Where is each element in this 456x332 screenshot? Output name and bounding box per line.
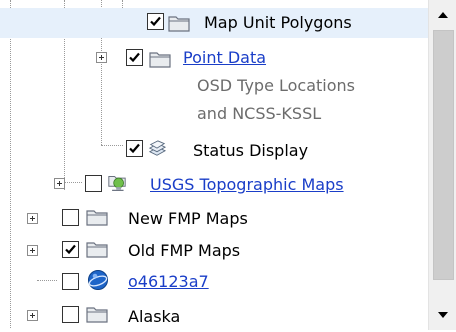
usgs-topographic-maps-expander[interactable]	[54, 178, 65, 189]
tree-item-new-fmp-maps[interactable]: New FMP Maps	[0, 203, 428, 233]
alaska-expander[interactable]	[27, 310, 38, 321]
tree-item-usgs-topographic-maps[interactable]: USGS Topographic Maps	[0, 170, 428, 200]
o46123a7-link[interactable]: o46123a7	[128, 272, 209, 292]
alaska-label: Alaska	[128, 307, 181, 326]
point-data-description-line-2: and NCSS-KSSL	[197, 104, 322, 123]
folder-icon	[86, 307, 108, 323]
layers-icon	[148, 140, 167, 156]
map-unit-polygons-label: Map Unit Polygons	[204, 13, 352, 32]
alaska-checkbox[interactable]	[62, 306, 79, 323]
tree-item-old-fmp-maps[interactable]: Old FMP Maps	[0, 235, 428, 265]
tree-item-point-data[interactable]: Point Data	[0, 43, 428, 73]
new-fmp-maps-label: New FMP Maps	[128, 209, 248, 228]
scroll-up-button[interactable]	[430, 2, 456, 28]
layer-tree: Map Unit Polygons Point Data OSD Type Lo…	[0, 0, 428, 330]
arrow-down-icon	[438, 312, 448, 318]
tree-item-map-unit-polygons[interactable]: Map Unit Polygons	[0, 8, 428, 38]
folder-icon	[86, 210, 108, 226]
new-fmp-maps-expander[interactable]	[27, 213, 38, 224]
scrollbar-thumb[interactable]	[433, 30, 454, 280]
folder-icon	[168, 16, 190, 32]
status-display-label: Status Display	[193, 141, 309, 160]
point-data-checkbox[interactable]	[126, 49, 143, 66]
status-display-checkbox[interactable]	[126, 140, 143, 157]
old-fmp-maps-checkbox[interactable]	[62, 241, 79, 258]
tree-item-alaska[interactable]: Alaska	[0, 300, 428, 330]
point-data-description-line-1: OSD Type Locations	[197, 76, 355, 95]
network-folder-icon	[108, 175, 126, 191]
usgs-topographic-maps-link[interactable]: USGS Topographic Maps	[150, 175, 344, 195]
vertical-scrollbar[interactable]	[428, 0, 456, 330]
old-fmp-maps-expander[interactable]	[27, 245, 38, 256]
tree-item-o46123a7[interactable]: o46123a7	[0, 267, 428, 297]
old-fmp-maps-label: Old FMP Maps	[128, 241, 241, 260]
folder-icon	[149, 52, 171, 68]
globe-icon	[88, 270, 108, 290]
scroll-down-button[interactable]	[430, 302, 456, 328]
map-unit-polygons-checkbox[interactable]	[147, 13, 164, 30]
usgs-topographic-maps-checkbox[interactable]	[85, 175, 102, 192]
arrow-up-icon	[438, 12, 448, 18]
tree-item-status-display[interactable]: Status Display	[0, 136, 428, 166]
folder-icon	[86, 242, 108, 258]
new-fmp-maps-checkbox[interactable]	[62, 209, 79, 226]
point-data-expander[interactable]	[96, 52, 107, 63]
o46123a7-checkbox[interactable]	[62, 273, 79, 290]
point-data-link[interactable]: Point Data	[183, 48, 266, 68]
